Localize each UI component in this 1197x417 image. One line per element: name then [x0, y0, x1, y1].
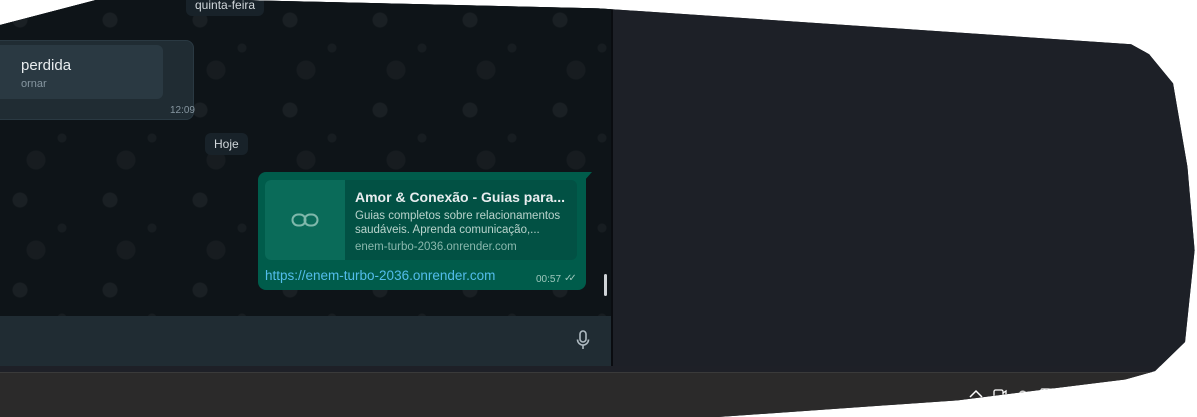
link-icon — [291, 213, 319, 227]
chevron-up-icon[interactable] — [969, 389, 983, 399]
link-preview-domain: enem-turbo-2036.onrender.com — [355, 241, 517, 253]
message-time: 00:57 — [536, 274, 562, 285]
missed-call-subtitle: ornar — [21, 78, 47, 90]
cloud-icon[interactable] — [1015, 389, 1031, 401]
right-panel — [613, 0, 1195, 366]
read-receipt-icon: ✓✓ — [564, 273, 577, 284]
date-separator-today: Hoje — [205, 133, 248, 155]
link-preview-title: Amor & Conexão - Guias para... — [355, 189, 566, 205]
bubble-tail — [584, 172, 592, 181]
chat-panel: quinta-feira perdida ornar 12:09 Hoje Am… — [0, 0, 611, 366]
screen-area: quinta-feira perdida ornar 12:09 Hoje Am… — [0, 0, 1195, 417]
missed-call-title: perdida — [21, 57, 72, 74]
missed-call-card[interactable]: perdida ornar — [0, 45, 163, 99]
taskbar — [0, 372, 1195, 417]
composer-bar — [0, 316, 611, 366]
link-preview-description: Guias completos sobre relacionamentos sa… — [355, 210, 561, 236]
keyboard-icon[interactable] — [1040, 388, 1056, 400]
missed-call-message[interactable]: perdida ornar 12:09 — [0, 40, 195, 120]
link-preview-thumbnail — [265, 180, 345, 260]
missed-call-time: 12:09 — [169, 105, 195, 116]
meet-icon[interactable] — [993, 386, 1007, 402]
chat-scrollbar[interactable] — [604, 274, 607, 296]
outgoing-message[interactable]: Amor & Conexão - Guias para... Guias com… — [258, 172, 586, 290]
message-link[interactable]: https://enem-turbo-2036.onrender.com — [265, 268, 495, 283]
link-preview-card[interactable]: Amor & Conexão - Guias para... Guias com… — [265, 180, 577, 260]
date-separator-thursday: quinta-feira — [186, 0, 265, 16]
microphone-icon[interactable] — [575, 330, 591, 350]
